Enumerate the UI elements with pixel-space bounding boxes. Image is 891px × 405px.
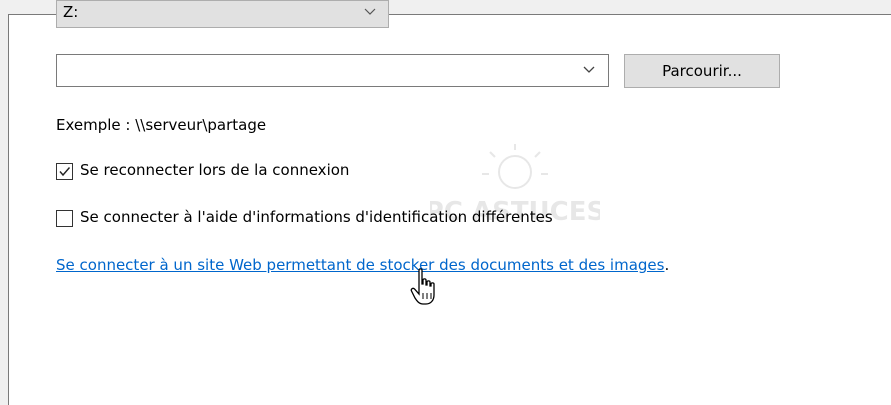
connect-website-link[interactable]: Se connecter à un site Web permettant de…: [56, 256, 669, 274]
drive-letter-select[interactable]: Z:: [56, 0, 389, 28]
chevron-down-icon[interactable]: [582, 62, 596, 76]
chevron-down-icon: [364, 5, 376, 19]
drive-letter-value: Z:: [63, 3, 79, 21]
connect-website-link-text[interactable]: Se connecter à un site Web permettant de…: [56, 256, 664, 274]
example-hint: Exemple : \\serveur\partage: [56, 116, 267, 134]
link-period: .: [664, 256, 670, 274]
watermark-text: PC ASTUCES: [430, 197, 600, 227]
browse-button[interactable]: Parcourir...: [624, 54, 780, 88]
different-credentials-checkbox[interactable]: [56, 210, 73, 227]
folder-path-combobox[interactable]: [56, 54, 609, 87]
hand-pointer-cursor-icon: [410, 268, 435, 305]
reconnect-checkbox[interactable]: [56, 163, 73, 180]
watermark-logo: PC ASTUCES: [430, 144, 600, 227]
reconnect-label: Se reconnecter lors de la connexion: [80, 161, 350, 179]
checkmark-icon: [59, 167, 71, 177]
